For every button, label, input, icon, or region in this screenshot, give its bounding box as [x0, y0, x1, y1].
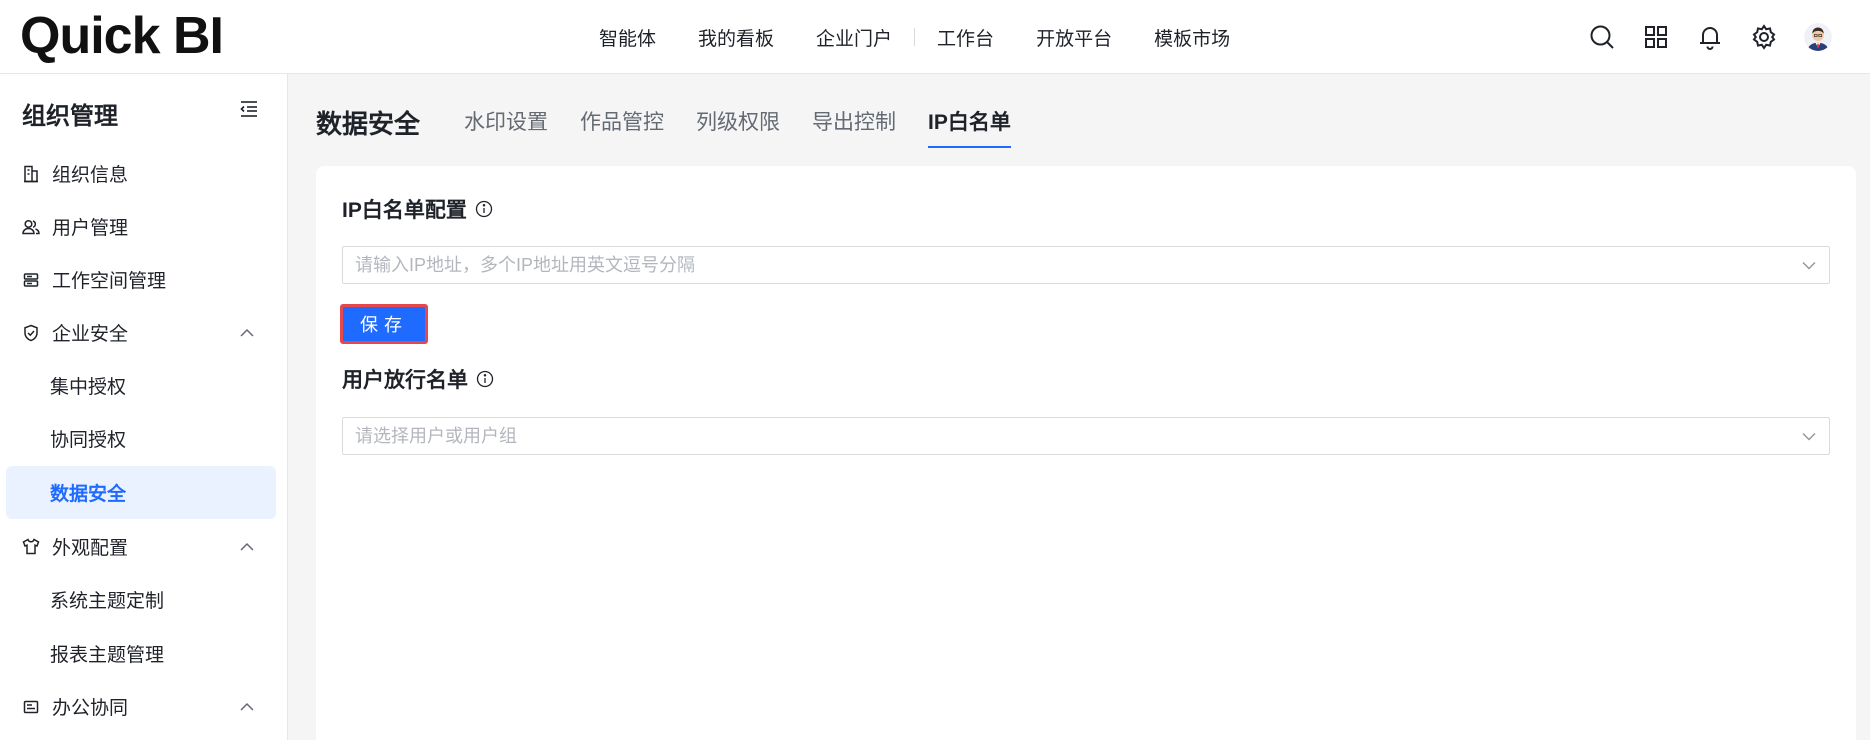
shirt-icon [22, 538, 40, 556]
top-bar: Quick BI 智能体 我的看板 企业门户 工作台 开放平台 模板市场 [0, 0, 1870, 74]
info-icon[interactable] [476, 370, 494, 388]
tab-bar: 水印设置 作品管控 列级权限 导出控制 IP白名单 [464, 100, 1043, 148]
section-title-text: 用户放行名单 [342, 369, 468, 392]
sidebar-item-label: 外观配置 [52, 538, 129, 559]
chevron-up-icon[interactable] [238, 324, 256, 342]
nav-agent[interactable]: 智能体 [578, 24, 677, 51]
sidebar-item-data-security[interactable]: 数据安全 [6, 466, 276, 519]
user-allowlist-section-title: 用户放行名单 [342, 364, 494, 394]
save-button[interactable]: 保存 [340, 304, 428, 344]
tab-column-permission[interactable]: 列级权限 [696, 100, 780, 148]
bell-icon[interactable] [1696, 23, 1724, 51]
tab-watermark[interactable]: 水印设置 [464, 100, 548, 148]
ip-whitelist-section-title: IP白名单配置 [342, 194, 493, 224]
chevron-up-icon[interactable] [238, 538, 256, 556]
sidebar-item-workspace-mgmt[interactable]: 工作空间管理 [6, 253, 276, 306]
tab-export-control[interactable]: 导出控制 [812, 100, 896, 148]
sidebar-item-label: 工作空间管理 [52, 271, 167, 292]
sidebar-item-system-theme[interactable]: 系统主题定制 [6, 573, 276, 626]
sidebar-item-org-info[interactable]: 组织信息 [6, 147, 276, 200]
main-content: 数据安全 水印设置 作品管控 列级权限 导出控制 IP白名单 IP白名单配置 保… [288, 74, 1870, 756]
search-icon[interactable] [1588, 23, 1616, 51]
sidebar-item-user-mgmt[interactable]: 用户管理 [6, 200, 276, 253]
sidebar-item-office-collab[interactable]: 办公协同 [6, 680, 276, 733]
nav-divider [914, 28, 916, 46]
nav-my-dashboard[interactable]: 我的看板 [677, 24, 795, 51]
sidebar-item-report-theme[interactable]: 报表主题管理 [6, 627, 276, 680]
sidebar-item-label: 数据安全 [50, 484, 127, 505]
sidebar-item-central-auth[interactable]: 集中授权 [6, 359, 276, 412]
top-icons [1588, 0, 1832, 74]
apps-grid-icon[interactable] [1642, 23, 1670, 51]
office-icon [22, 698, 40, 716]
quick-bi-logo[interactable]: Quick BI [20, 6, 224, 66]
user-avatar[interactable] [1804, 23, 1832, 51]
sidebar-item-label: 集中授权 [50, 377, 127, 398]
nav-open-platform[interactable]: 开放平台 [1015, 24, 1133, 51]
sidebar-item-label: 系统主题定制 [50, 591, 165, 612]
sidebar-item-enterprise-security[interactable]: 企业安全 [6, 306, 276, 359]
sidebar-title: 组织管理 [22, 103, 118, 130]
ip-address-select[interactable] [342, 246, 1830, 284]
sidebar-item-label: 报表主题管理 [50, 645, 165, 666]
info-icon[interactable] [475, 200, 493, 218]
gear-icon[interactable] [1750, 23, 1778, 51]
top-nav: 智能体 我的看板 企业门户 工作台 开放平台 模板市场 [578, 0, 1251, 74]
nav-enterprise-portal[interactable]: 企业门户 [795, 24, 913, 51]
building-icon [22, 165, 40, 183]
ip-address-input[interactable] [343, 247, 1799, 283]
sidebar-item-label: 企业安全 [52, 324, 129, 345]
tab-ip-whitelist[interactable]: IP白名单 [928, 100, 1011, 148]
ip-whitelist-card: IP白名单配置 保存 用户放行名单 [316, 166, 1856, 756]
sidebar-item-label: 协同授权 [50, 430, 127, 451]
sidebar-item-collab-auth[interactable]: 协同授权 [6, 412, 276, 465]
sidebar-item-appearance[interactable]: 外观配置 [6, 520, 276, 573]
sidebar-item-label: 办公协同 [52, 698, 129, 719]
tab-works-control[interactable]: 作品管控 [580, 100, 664, 148]
chevron-down-icon[interactable] [1799, 255, 1819, 275]
users-icon [22, 218, 40, 236]
nav-workbench[interactable]: 工作台 [916, 24, 1015, 51]
user-group-input[interactable] [343, 418, 1799, 454]
sidebar-item-label: 用户管理 [52, 218, 129, 239]
chevron-down-icon[interactable] [1799, 426, 1819, 446]
chevron-up-icon[interactable] [238, 698, 256, 716]
collapse-menu-icon[interactable] [238, 98, 260, 120]
sidebar-item-label: 组织信息 [52, 165, 129, 186]
shield-icon [22, 324, 40, 342]
page-title: 数据安全 [316, 109, 421, 139]
sidebar: 组织管理 组织信息 用户管理 工作空间管理 企业安全 集中授权 协同授权 数据安… [0, 74, 288, 740]
section-title-text: IP白名单配置 [342, 199, 467, 222]
nav-template-market[interactable]: 模板市场 [1133, 24, 1251, 51]
workspace-icon [22, 271, 40, 289]
user-group-select[interactable] [342, 417, 1830, 455]
